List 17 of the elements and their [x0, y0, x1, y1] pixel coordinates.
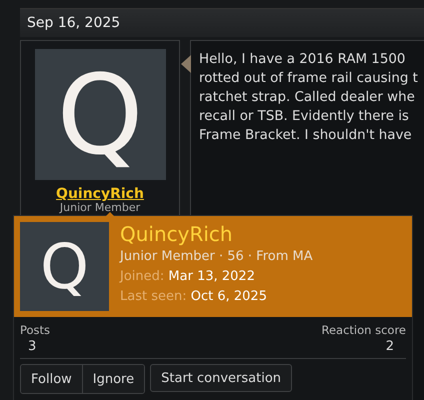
stat-value: 3: [27, 339, 36, 354]
message-text: Hello, I have a 2016 RAM 1500 rotted out of frame rail causing t ratchet strap. Called dealer whe recall or TSB. Evidently there is Frame Bracket. I shouldn't have: [199, 51, 419, 145]
username-link[interactable]: QuincyRich: [56, 186, 144, 202]
member-blurb: Junior Member · 56 · From MA: [120, 249, 313, 264]
avatar[interactable]: Q: [34, 49, 166, 180]
pointer-icon: [181, 55, 191, 73]
action-button[interactable]: Ignore: [82, 365, 144, 393]
stat-value: 2: [386, 339, 395, 354]
avatar[interactable]: Q: [20, 222, 109, 311]
action-button[interactable]: Start conversation: [150, 364, 292, 392]
post-date: Sep 16, 2025: [20, 8, 424, 37]
stat-label: Posts: [20, 323, 50, 337]
action-button[interactable]: Follow: [21, 365, 82, 393]
member-fact: Joined: Mar 13, 2022: [120, 269, 256, 284]
stat-label: Reaction score: [321, 323, 406, 337]
user-title: Junior Member: [60, 202, 140, 214]
member-fact: Last seen: Oct 6, 2025: [120, 289, 268, 304]
